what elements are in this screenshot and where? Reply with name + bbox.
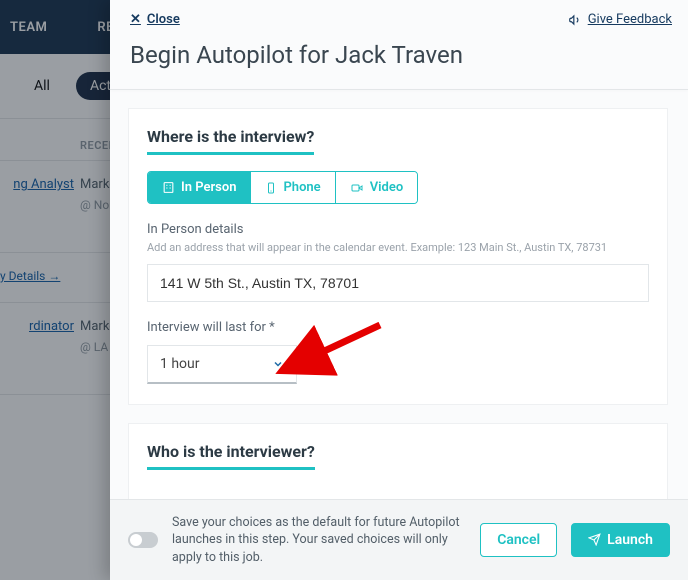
building-icon: [162, 181, 175, 194]
location-type-segment: In Person Phone Video: [147, 171, 418, 204]
send-icon: [588, 533, 601, 546]
chevron-down-icon: [272, 358, 284, 370]
duration-select[interactable]: 1 hour: [147, 345, 297, 384]
in-person-details-label: In Person details: [147, 222, 649, 237]
duration-value: 1 hour: [160, 356, 200, 372]
section-heading-interviewer: Who is the interviewer?: [147, 442, 315, 470]
cancel-button[interactable]: Cancel: [480, 523, 557, 557]
phone-icon: [265, 182, 277, 194]
tab-phone[interactable]: Phone: [251, 172, 335, 203]
launch-label: Launch: [607, 532, 653, 548]
give-feedback-link[interactable]: Give Feedback: [568, 12, 672, 27]
interviewer-card: Who is the interviewer? Users who have n…: [128, 423, 668, 499]
feedback-label: Give Feedback: [588, 12, 672, 27]
tab-label: Phone: [283, 180, 320, 195]
megaphone-icon: [568, 13, 582, 27]
tab-label: In Person: [181, 180, 236, 195]
close-button[interactable]: ✕ Close: [130, 12, 180, 27]
autopilot-modal: ✕ Close Give Feedback Begin Autopilot fo…: [110, 0, 688, 580]
close-label: Close: [147, 12, 180, 27]
save-default-toggle[interactable]: [128, 532, 158, 548]
launch-button[interactable]: Launch: [571, 523, 670, 557]
tab-video[interactable]: Video: [336, 172, 418, 203]
tab-in-person[interactable]: In Person: [148, 172, 251, 203]
duration-label: Interview will last for *: [147, 320, 649, 335]
in-person-details-help: Add an address that will appear in the c…: [147, 241, 649, 254]
modal-footer: Save your choices as the default for fut…: [110, 499, 688, 580]
video-icon: [350, 182, 364, 194]
tab-label: Video: [370, 180, 404, 195]
section-heading-location: Where is the interview?: [147, 127, 314, 155]
modal-title: Begin Autopilot for Jack Traven: [110, 33, 688, 89]
address-input[interactable]: [147, 264, 649, 302]
save-default-label: Save your choices as the default for fut…: [172, 514, 466, 567]
interview-location-card: Where is the interview? In Person Phone: [128, 108, 668, 405]
close-icon: ✕: [130, 12, 141, 27]
